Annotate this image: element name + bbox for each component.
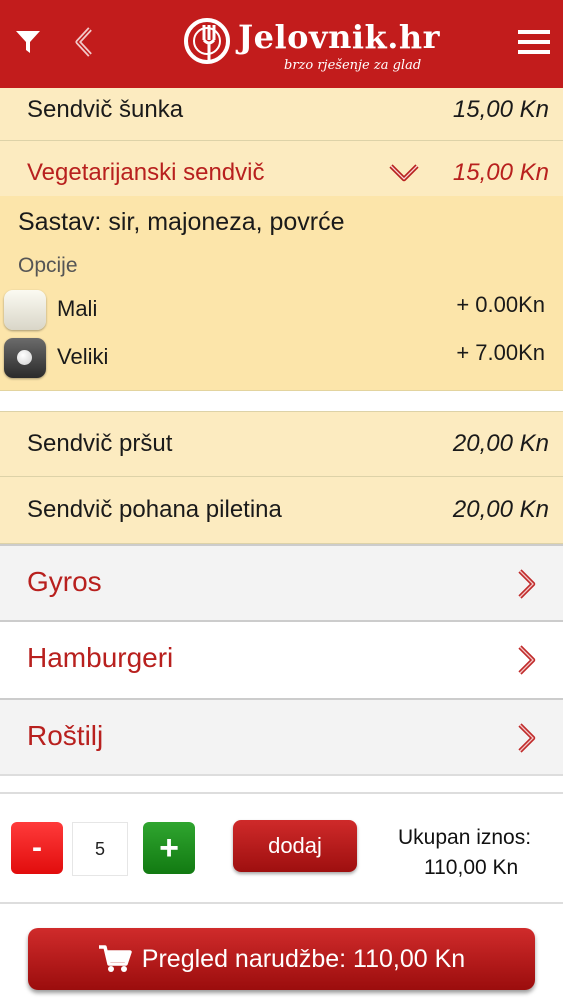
ingredients-text: Sastav: sir, majoneza, povrće bbox=[18, 208, 345, 236]
item-price: 20,00 Kn bbox=[452, 430, 549, 457]
category-label: Gyros bbox=[27, 566, 102, 597]
total-value: 110,00 Kn bbox=[424, 856, 519, 879]
decrease-quantity-button[interactable]: - bbox=[11, 822, 63, 874]
logo-tagline: brzo rješenje za glad bbox=[284, 58, 422, 73]
item-detail-panel: Sastav: sir, majoneza, povrće Opcije Mal… bbox=[0, 196, 563, 391]
category-rostilj[interactable]: Roštilj bbox=[0, 698, 563, 776]
item-price: 15,00 Kn bbox=[452, 159, 549, 186]
increase-quantity-button[interactable]: + bbox=[143, 822, 195, 874]
category-label: Hamburgeri bbox=[27, 642, 174, 673]
radio-mali[interactable] bbox=[4, 290, 46, 330]
cart-icon bbox=[98, 945, 132, 972]
add-to-order-button[interactable]: dodaj bbox=[233, 820, 357, 872]
chevron-right-icon bbox=[518, 723, 536, 753]
option-label: Veliki bbox=[57, 344, 109, 369]
options-heading: Opcije bbox=[18, 254, 78, 277]
quantity-field[interactable]: 5 bbox=[72, 822, 128, 876]
review-order-label: Pregled narudžbe: 110,00 Kn bbox=[141, 944, 466, 973]
radio-veliki[interactable] bbox=[4, 338, 46, 378]
option-price: + 7.00Kn bbox=[456, 340, 545, 365]
option-row[interactable]: Mali + 0.00Kn bbox=[0, 290, 563, 334]
chevron-right-icon bbox=[518, 645, 536, 675]
category-label: Roštilj bbox=[27, 720, 104, 751]
back-chevron-icon[interactable] bbox=[64, 22, 104, 62]
logo-title: Jelovnik.hr bbox=[238, 18, 440, 56]
order-bar: - 5 + dodaj Ukupan iznos: 110,00 Kn bbox=[0, 792, 563, 904]
option-price: + 0.00Kn bbox=[456, 292, 545, 317]
chevron-right-icon bbox=[518, 569, 536, 599]
item-price: 20,00 Kn bbox=[452, 496, 549, 523]
option-row[interactable]: Veliki + 7.00Kn bbox=[0, 338, 563, 382]
menu-icon[interactable] bbox=[514, 22, 554, 62]
divider bbox=[0, 391, 563, 412]
item-name: Sendvič šunka bbox=[27, 96, 184, 123]
item-name: Vegetarijanski sendvič bbox=[27, 159, 265, 186]
item-name: Sendvič pohana piletina bbox=[27, 496, 282, 523]
option-label: Mali bbox=[57, 296, 98, 321]
list-item[interactable]: Sendvič pršut 20,00 Kn bbox=[0, 412, 563, 477]
review-order-button[interactable]: Pregled narudžbe: 110,00 Kn bbox=[28, 928, 535, 990]
list-item[interactable]: Sendvič pohana piletina 20,00 Kn bbox=[0, 477, 563, 544]
chevron-down-icon[interactable] bbox=[388, 163, 420, 183]
app-logo[interactable]: Jelovnik.hr brzo rješenje za glad bbox=[182, 14, 452, 76]
list-item-expanded[interactable]: Vegetarijanski sendvič 15,00 Kn bbox=[0, 141, 563, 196]
category-gyros[interactable]: Gyros bbox=[0, 544, 563, 622]
app-header: Jelovnik.hr brzo rješenje za glad bbox=[0, 0, 563, 88]
divider bbox=[0, 774, 563, 792]
category-hamburgeri[interactable]: Hamburgeri bbox=[0, 620, 563, 698]
list-item[interactable]: Sendvič šunka 15,00 Kn bbox=[0, 88, 563, 141]
item-name: Sendvič pršut bbox=[27, 430, 173, 457]
plate-fork-icon bbox=[184, 18, 230, 64]
filter-icon[interactable] bbox=[8, 22, 48, 62]
total-label: Ukupan iznos: bbox=[398, 826, 532, 849]
item-price: 15,00 Kn bbox=[452, 96, 549, 123]
